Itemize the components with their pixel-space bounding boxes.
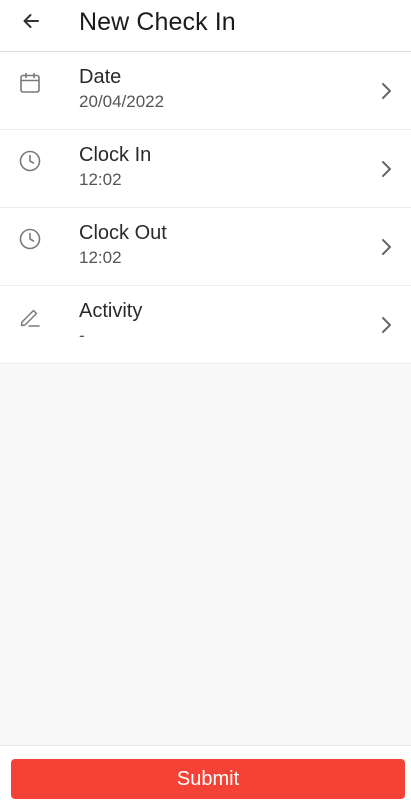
clock-icon: [18, 149, 42, 173]
activity-row[interactable]: Activity -: [0, 286, 411, 364]
app: New Check In Date 20/04/2022 Clock In 12…: [0, 0, 411, 800]
submit-button[interactable]: Submit: [11, 759, 405, 799]
back-button[interactable]: [14, 6, 48, 40]
chevron-right-icon: [379, 237, 393, 257]
page-title: New Check In: [79, 8, 236, 36]
clock-out-row[interactable]: Clock Out 12:02: [0, 208, 411, 286]
chevron-right-icon: [379, 81, 393, 101]
pencil-icon: [18, 305, 42, 329]
activity-value: -: [79, 326, 85, 345]
clock-in-value: 12:02: [79, 170, 122, 189]
top-app-bar: New Check In: [0, 0, 411, 52]
activity-label: Activity: [79, 300, 143, 322]
date-value: 20/04/2022: [79, 92, 165, 111]
chevron-right-icon: [379, 159, 393, 179]
chevron-right-icon: [379, 315, 393, 335]
arrow-left-icon: [21, 11, 41, 36]
calendar-icon: [18, 71, 42, 95]
date-label: Date: [79, 66, 122, 88]
check-in-form-list: Date 20/04/2022 Clock In 12:02 Clock Out…: [0, 52, 411, 364]
clock-in-row[interactable]: Clock In 12:02: [0, 130, 411, 208]
footer-bar: Submit: [0, 745, 411, 800]
clock-icon: [18, 227, 42, 251]
date-row[interactable]: Date 20/04/2022: [0, 52, 411, 130]
clock-out-label: Clock Out: [79, 222, 167, 244]
clock-in-label: Clock In: [79, 144, 152, 166]
clock-out-value: 12:02: [79, 248, 122, 267]
